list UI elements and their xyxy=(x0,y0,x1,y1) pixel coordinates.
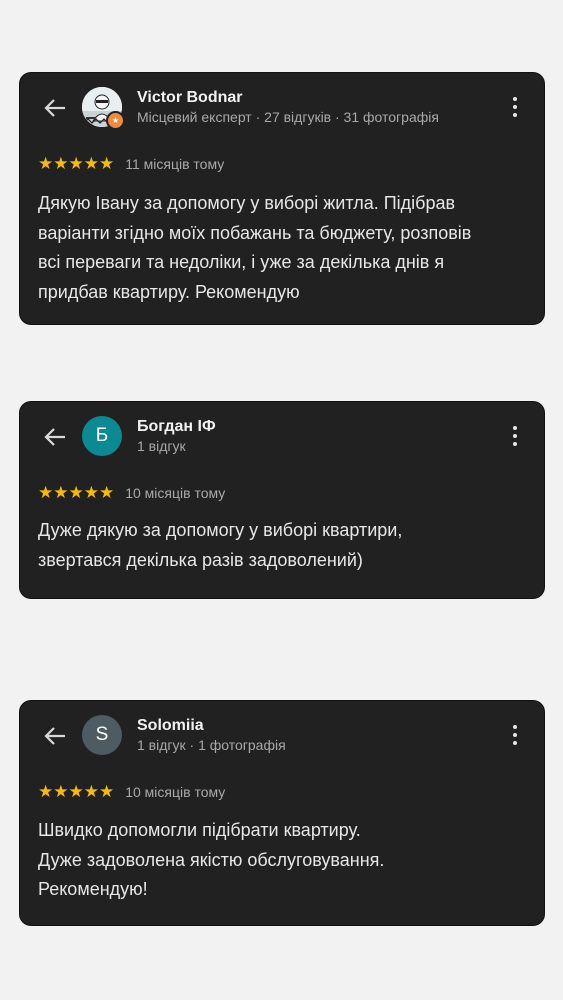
author-meta: Місцевий експерт · 27 відгуків · 31 фото… xyxy=(137,109,439,125)
avatar-letter: S xyxy=(95,724,109,745)
avatar-letter: Б xyxy=(95,425,109,446)
avatar[interactable]: ★ xyxy=(82,87,125,130)
review-card: ★ Victor Bodnar Місцевий експерт · 27 ві… xyxy=(19,72,545,325)
author-meta: 1 відгук · 1 фотографія xyxy=(137,737,286,753)
author-name[interactable]: Victor Bodnar xyxy=(137,89,243,107)
more-options-icon[interactable] xyxy=(508,723,522,747)
review-text: Швидко допомогли підібрати квартиру. Дуж… xyxy=(38,820,385,899)
review-time: 10 місяців тому xyxy=(125,783,226,800)
avatar[interactable]: S xyxy=(82,715,122,755)
author-meta: 1 відгук xyxy=(137,438,186,454)
review-time: 10 місяців тому xyxy=(125,484,226,501)
avatar[interactable]: Б xyxy=(82,416,122,456)
more-options-icon[interactable] xyxy=(508,424,522,448)
more-options-icon[interactable] xyxy=(508,95,522,119)
back-arrow-icon[interactable] xyxy=(42,95,68,121)
author-name[interactable]: Solomiia xyxy=(137,717,204,735)
star-rating-icon: ★★★★★ xyxy=(38,483,115,502)
rating-row: ★★★★★ 10 місяців тому xyxy=(38,484,225,501)
local-guide-badge-icon: ★ xyxy=(106,111,125,130)
back-arrow-icon[interactable] xyxy=(42,424,68,450)
review-card: Б Богдан ІФ 1 відгук ★★★★★ 10 місяців то… xyxy=(19,401,545,599)
rating-row: ★★★★★ 10 місяців тому xyxy=(38,783,225,800)
rating-row: ★★★★★ 11 місяців тому xyxy=(38,155,224,172)
review-time: 11 місяців тому xyxy=(125,155,225,172)
star-rating-icon: ★★★★★ xyxy=(38,154,115,173)
review-card: S Solomiia 1 відгук · 1 фотографія ★★★★★… xyxy=(19,700,545,926)
review-text: Дякую Івану за допомогу у виборі житла. … xyxy=(38,193,472,302)
star-rating-icon: ★★★★★ xyxy=(38,782,115,801)
review-text: Дуже дякую за допомогу у виборі квартири… xyxy=(38,520,403,570)
author-name[interactable]: Богдан ІФ xyxy=(137,418,216,436)
back-arrow-icon[interactable] xyxy=(42,723,68,749)
